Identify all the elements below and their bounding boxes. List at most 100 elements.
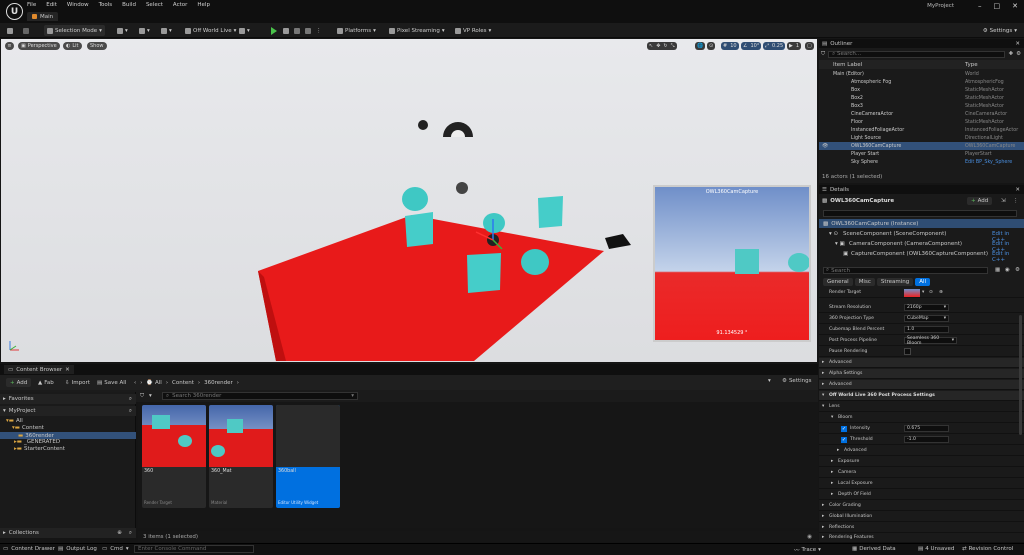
edit-cpp-link[interactable]: Edit in C++: [992, 251, 1024, 263]
breadcrumb-content[interactable]: Content: [172, 380, 194, 386]
details-tab[interactable]: ☰ Details ✕: [819, 185, 1024, 194]
property-matrix-icon[interactable]: ▦: [995, 267, 1000, 273]
blueprint-icon[interactable]: ⇲: [1001, 198, 1006, 204]
outliner-row[interactable]: Player Start PlayerStart: [819, 150, 1024, 158]
output-log-button[interactable]: ▤ Output Log: [58, 546, 97, 552]
reflections-row[interactable]: ▸ Reflections: [819, 523, 1024, 533]
cinematics-icon[interactable]: ▾: [158, 25, 175, 36]
intensity-input[interactable]: 0.675: [904, 425, 949, 432]
outliner-row[interactable]: Floor StaticMeshActor: [819, 118, 1024, 126]
vp-roles-dropdown[interactable]: VP Roles ▾: [452, 25, 494, 36]
console-input[interactable]: Enter Console Command: [134, 545, 254, 553]
outliner-row[interactable]: Box3 StaticMeshActor: [819, 102, 1024, 110]
menu-help[interactable]: Help: [197, 2, 210, 8]
close-icon[interactable]: ✕: [1015, 187, 1020, 193]
exposure-row[interactable]: ▸ Exposure: [819, 457, 1024, 467]
component-row[interactable]: ▾ ⊙ SceneComponent (SceneComponent) Edit i…: [819, 229, 1024, 243]
fab-button[interactable]: ▲ Fab: [38, 378, 54, 387]
trace-button[interactable]: 〰 Trace ▾: [794, 546, 821, 554]
outliner-row-selected[interactable]: 👁 OWL360CamCapture OWL360CamCapture: [819, 142, 1024, 150]
bloom-row[interactable]: ▾ Bloom: [819, 413, 1024, 423]
component-search[interactable]: [823, 210, 1017, 217]
tree-item-360render[interactable]: ▬ 360render: [0, 432, 136, 439]
filter-all[interactable]: All: [915, 278, 931, 286]
menu-tools[interactable]: Tools: [99, 2, 113, 8]
outliner-search-input[interactable]: ⌕ Search...: [828, 50, 1006, 58]
lens-row[interactable]: ▾ Lens: [819, 402, 1024, 412]
intensity-checkbox[interactable]: ✓: [841, 425, 847, 432]
rendering-features-row[interactable]: ▸ Rendering Features: [819, 533, 1024, 543]
use-selected-icon[interactable]: ⊕: [939, 290, 943, 295]
minimize-icon[interactable]: –: [978, 2, 982, 10]
level-viewport[interactable]: ≡ ▣ Perspective ◐ Lit Show ↖ ✥ ↻ ⤡ 🌐 ⊙ #10…: [1, 39, 817, 362]
derived-data-button[interactable]: ▦ Derived Data: [852, 546, 896, 552]
play-options-icon[interactable]: ⋮: [313, 25, 325, 36]
menu-build[interactable]: Build: [122, 2, 136, 8]
add-collection-icon[interactable]: ⊕: [117, 530, 122, 536]
cubemap-blend-input[interactable]: 1.0: [904, 326, 949, 333]
tree-item-content[interactable]: ▾▬ Content: [12, 425, 44, 431]
stream-resolution-select[interactable]: 2160p ▾: [904, 304, 949, 311]
menu-file[interactable]: File: [27, 2, 36, 8]
tree-item-all[interactable]: ▾▬ All: [6, 418, 23, 424]
outliner-row[interactable]: Box StaticMeshActor: [819, 86, 1024, 94]
asset-tile[interactable]: 360 Render Target: [142, 405, 206, 508]
component-row[interactable]: ▾ ▣ CameraComponent (CameraComponent) Edit…: [819, 239, 1024, 253]
add-actor-icon[interactable]: ✚: [1008, 51, 1013, 57]
unsaved-button[interactable]: ▤ 4 Unsaved: [918, 546, 954, 552]
search-icon[interactable]: ⌕: [129, 396, 132, 403]
filter-icon[interactable]: ⛉: [821, 51, 825, 58]
save-icon[interactable]: [4, 25, 16, 36]
filter-icon[interactable]: ⛉: [140, 393, 144, 400]
column-type[interactable]: Type: [965, 62, 978, 68]
menu-select[interactable]: Select: [146, 2, 163, 8]
column-item-label[interactable]: Item Label: [833, 62, 862, 68]
chevron-down-icon[interactable]: ▾: [149, 393, 152, 399]
bloom-advanced-row[interactable]: ▸ Advanced: [819, 446, 1024, 456]
color-grading-row[interactable]: ▸ Color Grading: [819, 501, 1024, 511]
tree-item-generated[interactable]: ▸▬ _GENERATED: [14, 439, 60, 445]
close-icon[interactable]: ✕: [1015, 41, 1020, 47]
camera-row[interactable]: ▸ Camera: [819, 468, 1024, 478]
menu-actor[interactable]: Actor: [173, 2, 187, 8]
maximize-icon[interactable]: □: [994, 2, 1001, 10]
content-browser-tab[interactable]: ▭ Content Browser ✕: [4, 365, 74, 374]
threshold-input[interactable]: -1.0: [904, 436, 949, 443]
menu-window[interactable]: Window: [67, 2, 89, 8]
filter-misc[interactable]: Misc: [854, 278, 875, 286]
advanced-section[interactable]: ▸ Advanced: [819, 358, 1024, 368]
add-component-button[interactable]: + Add: [967, 197, 993, 205]
local-exposure-row[interactable]: ▸ Local Exposure: [819, 479, 1024, 489]
revision-control-button[interactable]: ⇄ Revision Control: [962, 546, 1013, 552]
pause-rendering-checkbox[interactable]: [904, 348, 911, 355]
settings-dropdown[interactable]: ⚙ Settings ▾: [980, 25, 1020, 36]
details-search-input[interactable]: ⌕ Search: [823, 267, 988, 274]
instance-row[interactable]: ▩ OWL360CamCapture (Instance): [819, 219, 1024, 228]
menu-edit[interactable]: Edit: [46, 2, 57, 8]
asset-search-input[interactable]: ⌕ Search 360render ▾: [162, 392, 358, 400]
add-content-icon[interactable]: ▾: [114, 25, 131, 36]
favorites-header[interactable]: ▸ Favorites ⌕: [0, 394, 136, 404]
outliner-tab[interactable]: ▤ Outliner ✕: [819, 39, 1024, 48]
build-icon[interactable]: ▾: [236, 25, 253, 36]
global-illumination-row[interactable]: ▸ Global Illumination: [819, 512, 1024, 522]
post-process-pipeline-select[interactable]: Seamless 360 Bloom ▾: [904, 336, 957, 346]
cmd-dropdown[interactable]: ▭ Cmd ▾: [102, 546, 129, 552]
source-control-icon[interactable]: [20, 25, 32, 36]
pp-settings-section[interactable]: ▾ Off World Live 360 Post Process Setting…: [819, 391, 1024, 401]
collections-header[interactable]: ▸ Collections ⊕ ⌕: [0, 528, 136, 538]
save-all-button[interactable]: ▤ Save All: [97, 378, 126, 387]
back-icon[interactable]: ‹: [134, 380, 136, 386]
content-drawer-button[interactable]: ▭ Content Drawer: [3, 546, 55, 552]
options-icon[interactable]: ⋮: [1013, 198, 1019, 204]
outliner-row[interactable]: CineCameraActor CineCameraActor: [819, 110, 1024, 118]
settings-button[interactable]: ⚙ Settings: [782, 378, 812, 384]
import-button[interactable]: ⇩ Import: [65, 378, 90, 387]
outliner-row[interactable]: Main (Editor) World: [819, 70, 1024, 78]
eye-icon[interactable]: ◉: [1005, 267, 1010, 273]
gear-icon[interactable]: ⚙: [1016, 51, 1021, 57]
render-target-thumb[interactable]: [904, 289, 920, 297]
add-button[interactable]: + Add: [6, 378, 32, 387]
outliner-row[interactable]: Box2 StaticMeshActor: [819, 94, 1024, 102]
projection-type-select[interactable]: CubeMap ▾: [904, 315, 949, 322]
